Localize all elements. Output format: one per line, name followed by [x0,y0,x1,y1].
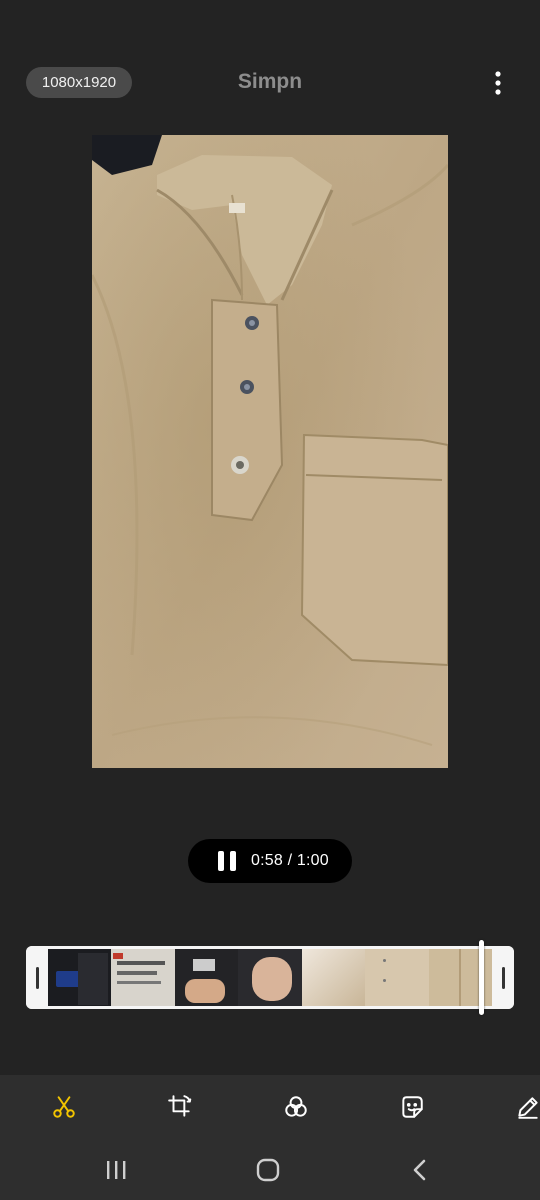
scissors-icon [53,1096,75,1118]
sticker-tool-button[interactable] [396,1091,428,1123]
playhead[interactable] [479,940,484,1015]
more-options-button[interactable] [484,66,512,100]
timeline-frame [365,949,429,1006]
timeline-frame [301,949,366,1006]
timeline-frame [174,949,239,1006]
timeline-frame [111,949,175,1006]
timeline-frame [48,949,112,1006]
draw-tool-button[interactable] [512,1091,540,1123]
trim-timeline[interactable] [26,946,514,1009]
recents-button[interactable] [96,1153,136,1187]
system-navigation-bar [0,1139,540,1200]
home-icon [256,1158,280,1182]
video-frame-image [92,135,448,768]
trim-handle-right[interactable] [492,946,514,1009]
home-button[interactable] [248,1153,288,1187]
trim-handle-left[interactable] [26,946,48,1009]
sticker-icon [402,1096,423,1118]
editor-toolbar [0,1075,540,1139]
filter-tool-button[interactable] [280,1091,312,1123]
playback-time: 0:58 / 1:00 [251,852,329,869]
recents-icon [107,1161,126,1179]
video-preview[interactable] [92,135,448,768]
back-button[interactable] [400,1153,440,1187]
trim-tool-button[interactable] [48,1091,80,1123]
video-editor-screen: 1080x1920 Simpn 0:58 / 1:00 [0,0,540,1200]
filter-icon [285,1096,307,1117]
playback-control: 0:58 / 1:00 [188,839,352,883]
crop-rotate-icon [168,1095,192,1117]
more-vertical-icon [495,71,501,95]
pen-icon [518,1097,538,1119]
timeline-frame [238,949,302,1006]
page-title: Simpn [237,70,303,93]
crop-tool-button[interactable] [164,1091,196,1123]
pause-icon[interactable] [218,851,236,871]
timeline-frames [48,949,492,1006]
back-icon [413,1159,426,1181]
